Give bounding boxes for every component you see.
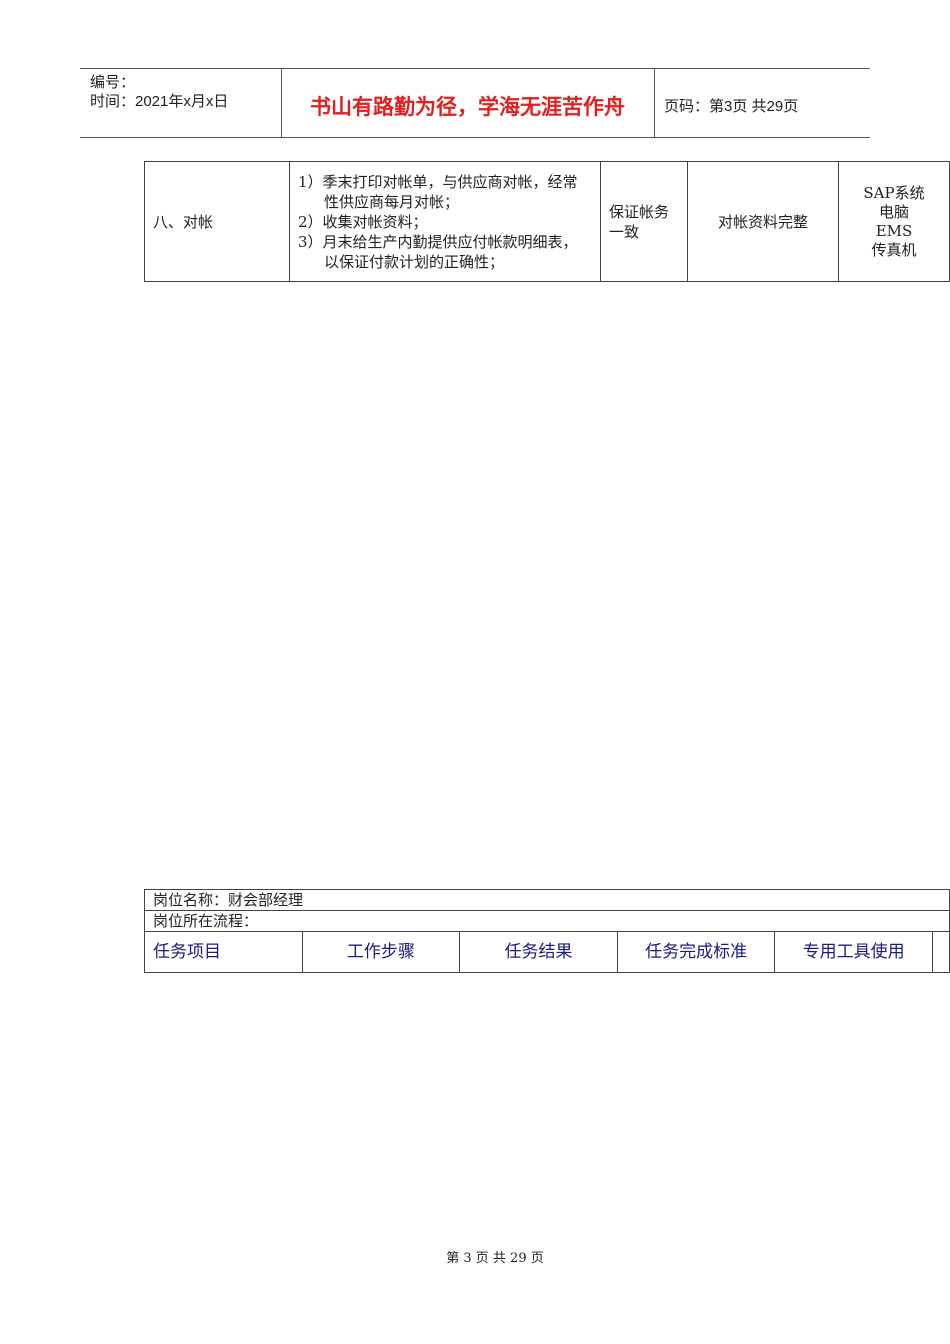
position-process: 岗位所在流程： <box>144 910 950 932</box>
time-label: 时间：2021年x月x日 <box>90 93 229 110</box>
header-cell: 任务结果 <box>459 931 618 973</box>
page-footer: 第 3 页 共 29 页 <box>446 1251 544 1266</box>
task-steps: 1）季末打印对帐单，与供应商对帐，经常性供应商每月对帐； 2）收集对帐资料； 3… <box>289 161 601 282</box>
task-standard: 对帐资料完整 <box>687 161 839 282</box>
position-name: 岗位名称：财会部经理 <box>144 889 950 911</box>
document-page: 编号： 时间：2021年x月x日 书山有路勤为径，学海无涯苦作舟 页码：第3页 共… <box>0 0 950 1344</box>
table-row: 八、对帐 1）季末打印对帐单，与供应商对帐，经常性供应商每月对帐； 2）收集对帐… <box>144 161 950 282</box>
task-result: 保证帐务一致 <box>600 161 688 282</box>
step: 2）收集对帐资料； <box>298 212 428 231</box>
tool: SAP系统 <box>863 183 925 202</box>
step: 3）月末给生产内勤提供应付帐款明细表，以保证付款计划的正确性； <box>298 232 578 271</box>
divider <box>654 69 655 137</box>
header-cell: 任务完成标准 <box>616 931 776 973</box>
header-cell: 工作步骤 <box>301 931 461 973</box>
position-table: 岗位名称：财会部经理 岗位所在流程： 任务项目 工作步骤 任务结果 任务完成标准… <box>144 889 950 973</box>
header-cell-empty <box>932 931 950 973</box>
task-item: 八、对帐 <box>144 161 290 282</box>
motto: 书山有路勤为径，学海无涯苦作舟 <box>310 96 625 119</box>
number-label: 编号： <box>90 74 136 91</box>
header-cell: 任务项目 <box>144 931 303 973</box>
task-table: 八、对帐 1）季末打印对帐单，与供应商对帐，经常性供应商每月对帐； 2）收集对帐… <box>144 161 950 282</box>
header-cell: 专用工具使用 <box>774 931 933 973</box>
page-info: 页码：第3页 共29页 <box>664 98 799 115</box>
tool: EMS <box>875 221 913 240</box>
tool: 传真机 <box>871 240 917 259</box>
step: 1）季末打印对帐单，与供应商对帐，经常性供应商每月对帐； <box>298 172 578 211</box>
task-tools: SAP系统 电脑 EMS 传真机 <box>838 161 950 282</box>
page-header: 编号： 时间：2021年x月x日 书山有路勤为径，学海无涯苦作舟 页码：第3页 共… <box>80 68 870 138</box>
tool: 电脑 <box>878 202 909 221</box>
